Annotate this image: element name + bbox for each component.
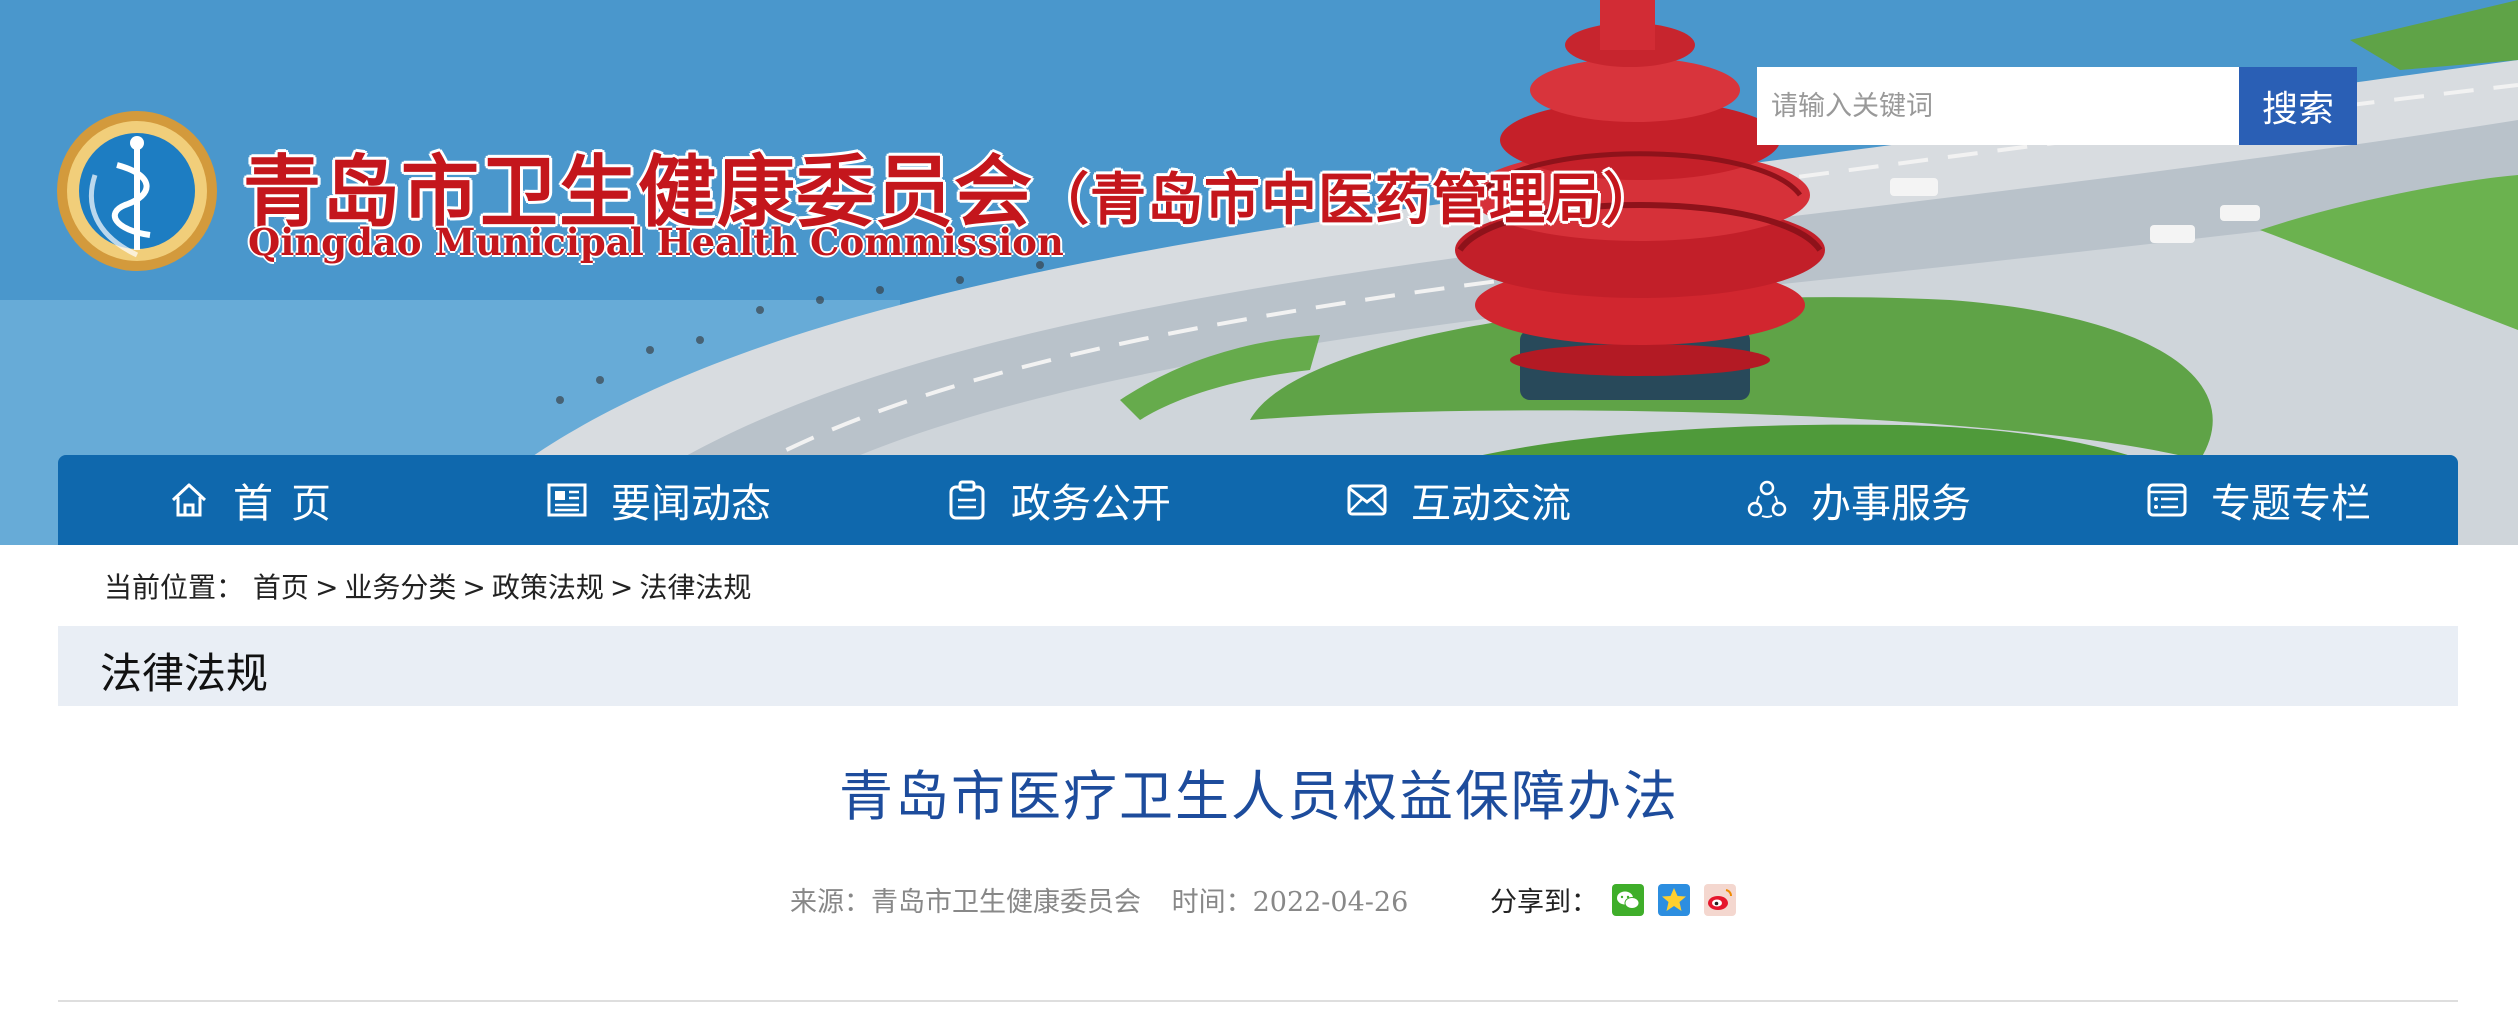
search-button[interactable]: 搜索 [2239, 67, 2357, 145]
interaction-icon [1347, 484, 1387, 516]
nav-item-home[interactable]: 首页 [58, 455, 458, 545]
commission-logo [57, 111, 217, 271]
breadcrumb-separator: > [609, 571, 634, 604]
nav-label-topics: 专题专栏 [2211, 481, 2371, 527]
nav-label-home: 首页 [233, 481, 349, 527]
nav-label-gov-affairs: 政务公开 [1011, 481, 1171, 527]
breadcrumb-prefix: 当前位置： [104, 571, 245, 604]
article-title: 青岛市医疗卫生人员权益保障办法 [839, 765, 1679, 828]
list-icon [2147, 483, 2187, 517]
site-title-english: Qingdao Municipal Health Commission [248, 220, 1064, 264]
wechat-icon[interactable] [1612, 883, 1644, 916]
nav-item-news[interactable]: 要闻动态 [458, 455, 858, 545]
qzone-icon[interactable] [1658, 883, 1690, 916]
nav-item-interaction[interactable]: 互动交流 [1258, 455, 1658, 545]
breadcrumb-link-business[interactable]: 业务分类 [344, 571, 456, 604]
breadcrumb: 当前位置： 首页 > 业务分类 > 政策法规 > 法律法规 [104, 566, 751, 606]
source-value: 青岛市卫生健康委员会 [871, 887, 1141, 918]
section-title: 法律法规 [100, 649, 269, 698]
header-banner: 青岛市卫生健康委员会（青岛市中医药管理局） Qingdao Municipal … [0, 0, 2518, 545]
section-header: 法律法规 [58, 626, 2458, 706]
main-nav: 首页 要闻动态 政务公开 互动交流 办事服务 专题专栏 [58, 455, 2458, 545]
nav-label-news: 要闻动态 [611, 481, 771, 527]
news-icon [547, 483, 587, 517]
service-icon [1747, 480, 1787, 518]
search-input[interactable] [1757, 67, 2239, 145]
site-title-suffix: （青岛市中医药管理局） [1033, 167, 1661, 233]
weibo-icon[interactable] [1704, 883, 1736, 916]
breadcrumb-separator: > [314, 571, 339, 604]
time-label: 时间： [1171, 887, 1253, 918]
nav-item-services[interactable]: 办事服务 [1658, 455, 2058, 545]
search-box: 搜索 [1757, 67, 2357, 145]
article-meta: 来源：青岛市卫生健康委员会 时间：2022-04-26 [790, 880, 1408, 919]
home-icon [171, 483, 207, 517]
share-bar: 分享到： [1490, 880, 1736, 919]
breadcrumb-link-policy[interactable]: 政策法规 [492, 571, 604, 604]
content-divider [58, 1000, 2458, 1002]
publish-date: 2022-04-26 [1252, 887, 1409, 918]
breadcrumb-link-home[interactable]: 首页 [253, 571, 309, 604]
breadcrumb-separator: > [462, 571, 486, 604]
nav-label-services: 办事服务 [1811, 481, 1971, 527]
breadcrumb-link-laws[interactable]: 法律法规 [639, 571, 751, 604]
share-label: 分享到： [1490, 887, 1598, 918]
source-label: 来源： [790, 887, 871, 918]
clipboard-icon [949, 480, 985, 520]
nav-label-interaction: 互动交流 [1411, 481, 1571, 527]
nav-item-topics[interactable]: 专题专栏 [2058, 455, 2458, 545]
nav-item-gov-affairs[interactable]: 政务公开 [858, 455, 1258, 545]
